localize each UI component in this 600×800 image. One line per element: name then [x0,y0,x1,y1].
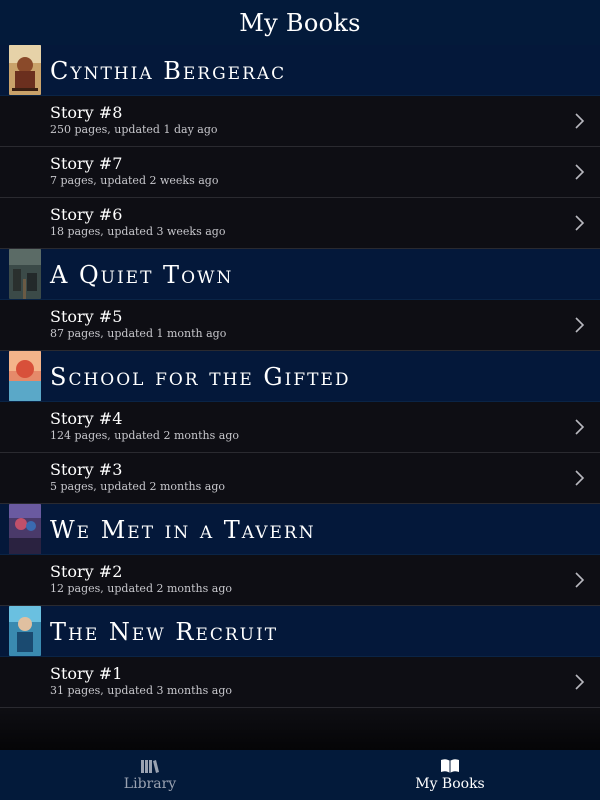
book-list: Cynthia Bergerac Story #8 250 pages, upd… [0,45,600,708]
chevron-right-icon [575,113,585,129]
book-header-we-met-in-a-tavern: We Met in a Tavern [0,504,600,555]
story-row[interactable]: Story #5 87 pages, updated 1 month ago [0,300,600,351]
story-meta: 31 pages, updated 3 months ago [50,684,232,697]
tab-label: My Books [415,776,485,792]
story-meta: 5 pages, updated 2 months ago [50,480,225,493]
book-cover [9,45,41,95]
book-title: The New Recruit [50,617,279,646]
book-title: School for the Gifted [50,362,351,391]
story-title: Story #2 [50,562,123,581]
page-title: My Books [239,8,361,37]
open-book-icon [441,759,459,773]
book-header-the-new-recruit: The New Recruit [0,606,600,657]
chevron-right-icon [575,164,585,180]
chevron-right-icon [575,419,585,435]
story-meta: 7 pages, updated 2 weeks ago [50,174,219,187]
tab-label: Library [123,776,177,792]
story-row[interactable]: Story #1 31 pages, updated 3 months ago [0,657,600,708]
chevron-right-icon [575,572,585,588]
story-title: Story #3 [50,460,123,479]
story-title: Story #7 [50,154,123,173]
story-title: Story #5 [50,307,123,326]
tab-my-books[interactable]: My Books [300,750,600,800]
story-meta: 124 pages, updated 2 months ago [50,429,239,442]
story-row[interactable]: Story #6 18 pages, updated 3 weeks ago [0,198,600,249]
story-row[interactable]: Story #4 124 pages, updated 2 months ago [0,402,600,453]
tab-bar: Library My Books [0,750,600,800]
library-books-icon [141,760,159,773]
book-cover [9,249,41,299]
tab-library[interactable]: Library [0,750,300,800]
story-row[interactable]: Story #2 12 pages, updated 2 months ago [0,555,600,606]
book-cover [9,504,41,554]
chevron-right-icon [575,317,585,333]
book-title: A Quiet Town [50,260,234,289]
book-cover [9,351,41,401]
chevron-right-icon [575,470,585,486]
chevron-right-icon [575,215,585,231]
book-title: We Met in a Tavern [50,515,316,544]
story-row[interactable]: Story #8 250 pages, updated 1 day ago [0,96,600,147]
list-end-spacer [0,708,600,750]
story-title: Story #8 [50,103,123,122]
story-meta: 18 pages, updated 3 weeks ago [50,225,226,238]
top-bar: My Books [0,0,600,46]
book-header-school-for-the-gifted: School for the Gifted [0,351,600,402]
story-title: Story #6 [50,205,123,224]
story-meta: 87 pages, updated 1 month ago [50,327,227,340]
story-title: Story #1 [50,664,123,683]
chevron-right-icon [575,674,585,690]
book-header-a-quiet-town: A Quiet Town [0,249,600,300]
story-meta: 250 pages, updated 1 day ago [50,123,218,136]
story-row[interactable]: Story #7 7 pages, updated 2 weeks ago [0,147,600,198]
story-title: Story #4 [50,409,123,428]
story-row[interactable]: Story #3 5 pages, updated 2 months ago [0,453,600,504]
story-meta: 12 pages, updated 2 months ago [50,582,232,595]
book-header-cynthia-bergerac: Cynthia Bergerac [0,45,600,96]
book-cover [9,606,41,656]
book-title: Cynthia Bergerac [50,56,287,85]
